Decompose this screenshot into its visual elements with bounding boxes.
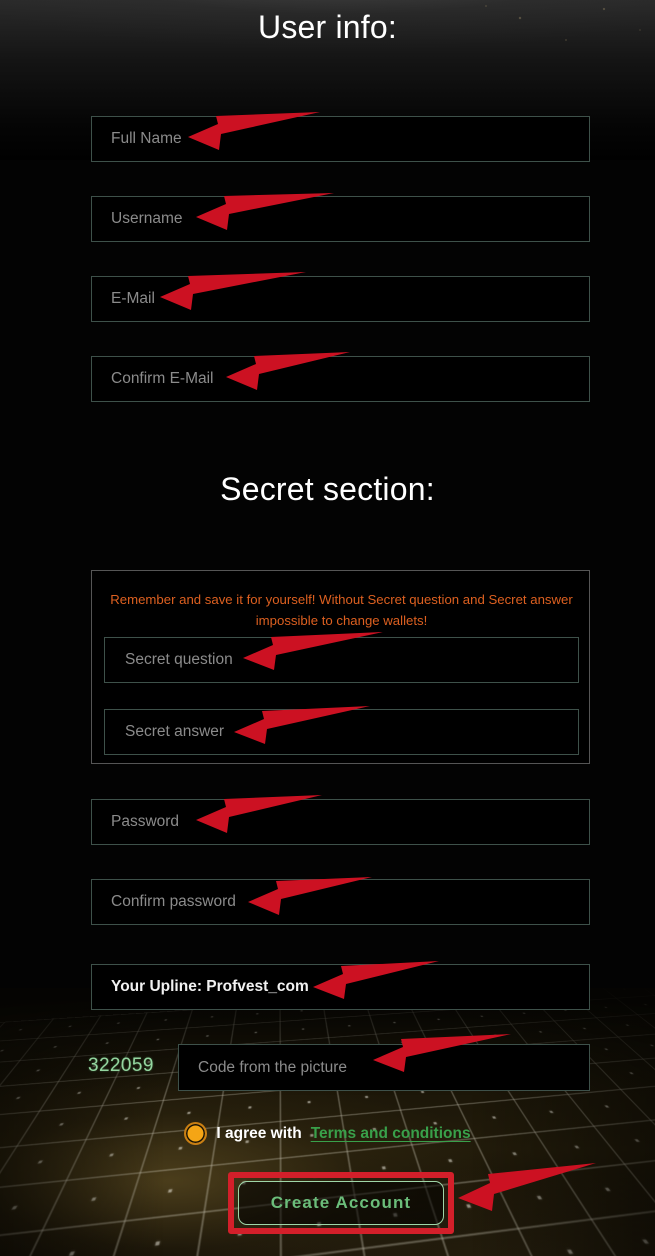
agreement-row: I agree with Terms and conditions <box>0 1122 655 1145</box>
terms-and-conditions-link[interactable]: Terms and conditions <box>311 1125 471 1143</box>
password-input[interactable]: Password <box>91 799 590 845</box>
create-account-button[interactable]: Create Account <box>238 1181 444 1225</box>
confirm-email-input[interactable]: Confirm E-Mail <box>91 356 590 402</box>
upline-input[interactable]: Your Upline: Profvest_com <box>91 964 590 1010</box>
secret-question-placeholder: Secret question <box>125 651 233 668</box>
create-account-label: Create Account <box>270 1193 412 1212</box>
full-name-input[interactable]: Full Name <box>91 116 590 162</box>
secret-section-heading: Secret section: <box>220 471 435 507</box>
confirm-password-input[interactable]: Confirm password <box>91 879 590 925</box>
username-input[interactable]: Username <box>91 196 590 242</box>
email-placeholder: E-Mail <box>111 290 155 307</box>
full-name-placeholder: Full Name <box>111 130 182 147</box>
agree-checkbox[interactable] <box>184 1122 208 1145</box>
confirm-email-placeholder: Confirm E-Mail <box>111 370 214 387</box>
captcha-placeholder: Code from the picture <box>198 1058 348 1076</box>
user-info-heading: User info: <box>258 9 397 45</box>
username-placeholder: Username <box>111 210 183 227</box>
upline-value: Your Upline: Profvest_com <box>111 978 309 995</box>
captcha-input[interactable]: Code from the picture <box>178 1044 590 1091</box>
password-placeholder: Password <box>111 813 180 830</box>
confirm-password-placeholder: Confirm password <box>111 893 236 910</box>
secret-answer-placeholder: Secret answer <box>125 723 225 740</box>
secret-question-input[interactable]: Secret question <box>104 637 579 683</box>
annotation-arrow-create-account <box>458 1163 596 1211</box>
secret-section-panel: Remember and save it for yourself! Witho… <box>91 570 590 764</box>
agreement-label: I agree with <box>216 1124 302 1142</box>
captcha-image-code: 322059 <box>88 1055 154 1076</box>
secret-warning-text: Remember and save it for yourself! Witho… <box>110 592 573 628</box>
secret-answer-input[interactable]: Secret answer <box>104 709 579 755</box>
email-input[interactable]: E-Mail <box>91 276 590 322</box>
registration-page: User info: Full Name Username E-Mail Con… <box>0 0 655 1256</box>
